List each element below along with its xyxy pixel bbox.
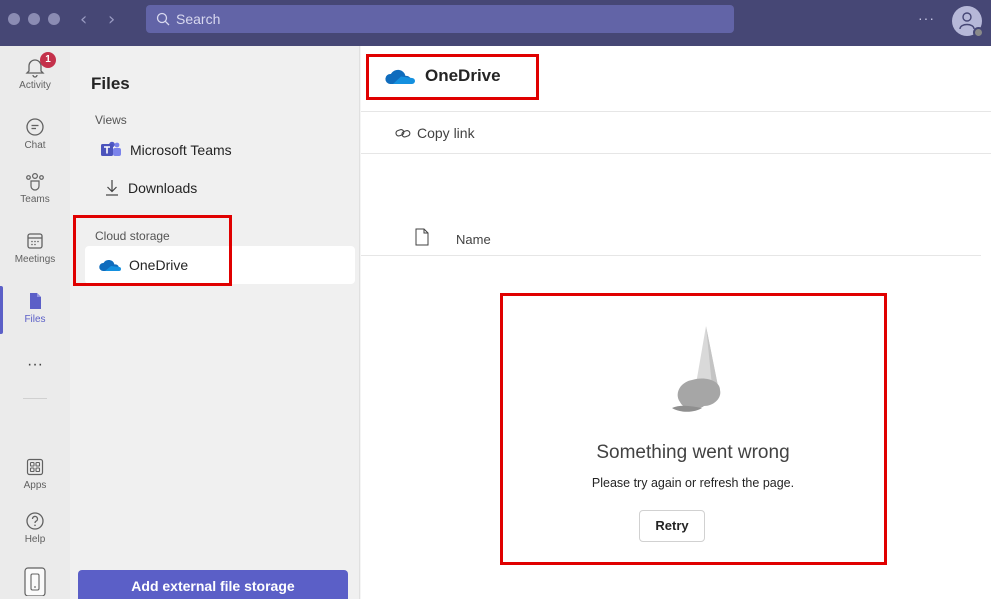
appbar-apps[interactable]: Apps: [0, 456, 70, 491]
name-column-header[interactable]: Name: [456, 232, 491, 247]
appbar-more[interactable]: ···: [0, 356, 70, 374]
appbar-label: Meetings: [14, 254, 56, 265]
help-icon: [26, 512, 44, 530]
teams-icon: [26, 172, 44, 191]
file-icon: [30, 293, 41, 309]
chat-icon: [26, 118, 44, 136]
search-placeholder: Search: [176, 11, 221, 27]
appbar-meetings[interactable]: Meetings: [0, 230, 70, 265]
window-close-button[interactable]: [8, 13, 20, 25]
appbar-label: Files: [24, 314, 46, 325]
file-list-header: Name: [361, 218, 981, 256]
mobile-device-icon: [24, 567, 46, 596]
title-bar: ‹ › Search ···: [0, 0, 991, 46]
nav-item-downloads[interactable]: Downloads: [104, 170, 197, 206]
files-pane: Files Views Microsoft Teams Downloads Cl…: [70, 46, 360, 599]
appbar-label: Help: [24, 534, 46, 545]
appbar-divider: [23, 398, 47, 399]
document-icon: [415, 228, 429, 246]
highlight-box-cloud-storage: [73, 215, 232, 286]
link-icon: [395, 129, 411, 138]
window-minimize-button[interactable]: [28, 13, 40, 25]
appbar-label: Teams: [20, 194, 50, 205]
teams-logo-icon: [101, 141, 121, 156]
pane-title: Files: [91, 74, 130, 93]
appbar-label: Chat: [24, 140, 46, 151]
nav-item-microsoft-teams[interactable]: Microsoft Teams: [100, 132, 232, 168]
presence-status-icon: [973, 27, 984, 38]
appbar-label: Apps: [23, 480, 47, 491]
copy-link-button[interactable]: Copy link: [395, 125, 475, 141]
back-arrow-icon[interactable]: ‹: [80, 9, 87, 30]
nav-item-label: Downloads: [128, 180, 198, 196]
more-icon: ···: [27, 356, 43, 373]
appbar-teams[interactable]: Teams: [0, 170, 70, 205]
add-external-storage-button[interactable]: Add external file storage: [78, 570, 348, 599]
app-bar: Activity 1 Chat Teams Meetings Files ···…: [0, 46, 70, 599]
search-icon: [156, 12, 170, 26]
appbar-label: Activity: [19, 80, 51, 91]
forward-arrow-icon[interactable]: ›: [108, 9, 115, 30]
appbar-files[interactable]: Files: [0, 290, 70, 325]
toolbar: Copy link: [361, 112, 991, 154]
appbar-chat[interactable]: Chat: [0, 116, 70, 151]
appbar-help[interactable]: Help: [0, 510, 70, 545]
calendar-icon: [27, 233, 43, 249]
highlight-box-title: [366, 54, 539, 100]
appbar-device[interactable]: [0, 566, 70, 598]
highlight-box-error: [500, 293, 887, 565]
activity-badge: 1: [40, 52, 56, 68]
window-zoom-button[interactable]: [48, 13, 60, 25]
download-icon: [106, 180, 118, 196]
apps-icon: [26, 458, 44, 476]
views-section-label: Views: [95, 113, 127, 127]
nav-item-label: Microsoft Teams: [130, 142, 232, 158]
more-options-button[interactable]: ···: [918, 10, 935, 26]
search-input[interactable]: Search: [146, 5, 734, 33]
appbar-activity[interactable]: Activity: [0, 56, 70, 91]
copy-link-label: Copy link: [417, 125, 475, 141]
